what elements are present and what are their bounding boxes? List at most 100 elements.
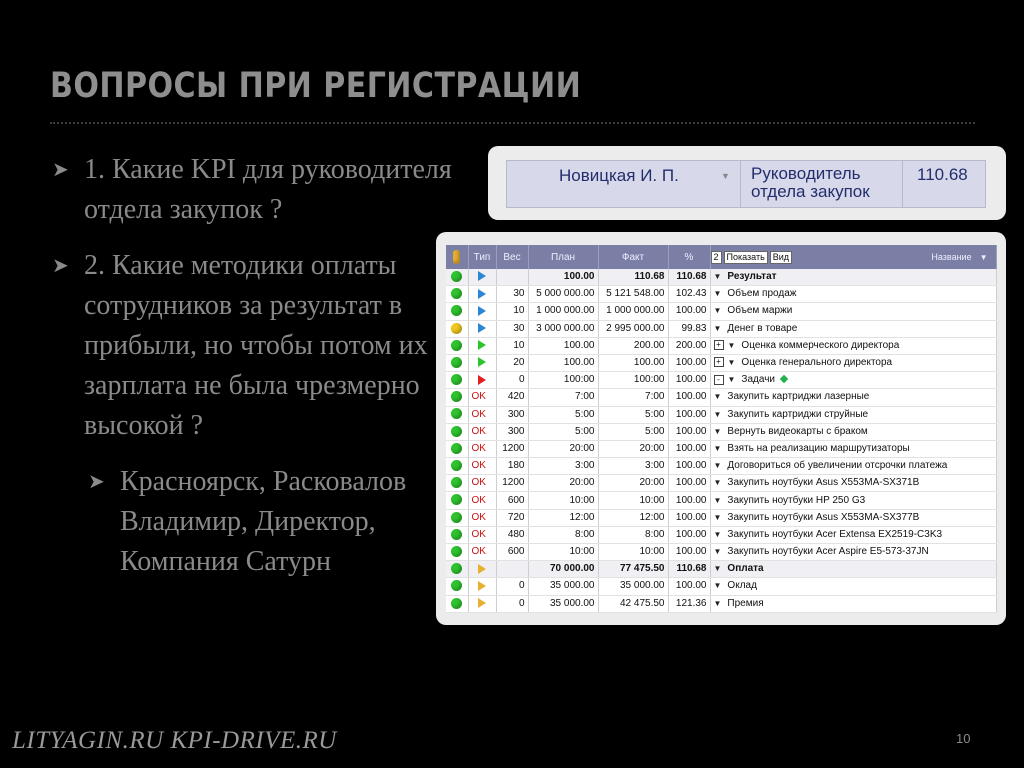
tree-toggle-icon[interactable]: ▼: [714, 321, 722, 337]
table-row[interactable]: 70 000.00 77 475.50 110.68 ▼ Оплата: [446, 560, 997, 579]
tree-toggle-icon[interactable]: ▼: [714, 269, 722, 285]
name-cell[interactable]: + ▼ Оценка генерального директора: [710, 354, 997, 373]
name-cell[interactable]: - ▼ Задачи: [710, 371, 997, 390]
tree-toggle-icon[interactable]: ▼: [714, 407, 722, 423]
name-cell[interactable]: + ▼ Оценка коммерческого директора: [710, 337, 997, 355]
tree-toggle-icon[interactable]: ▼: [714, 596, 722, 612]
tree-toggle-icon[interactable]: ▼: [714, 389, 722, 405]
tree-toggle-icon[interactable]: ▼: [714, 527, 722, 543]
type-column-header[interactable]: Тип: [468, 245, 497, 269]
table-row[interactable]: OK 1200 20:00 20:00 100.00 ▼ Взять на реализац…: [446, 440, 997, 459]
status-circle-icon: [451, 528, 463, 540]
tree-toggle-icon[interactable]: ▼: [714, 544, 722, 560]
tree-toggle-icon[interactable]: ▼: [714, 493, 722, 509]
tree-toggle-icon[interactable]: ▼: [714, 458, 722, 474]
table-row[interactable]: OK 1200 20:00 20:00 100.00 ▼ Закупить ноутбуки…: [446, 474, 997, 493]
percent-column-header[interactable]: %: [668, 245, 711, 269]
name-cell[interactable]: ▼ Оклад: [710, 577, 997, 596]
percent-cell: 99.83: [668, 320, 711, 338]
employee-row[interactable]: Новицкая И. П. ▼ Руководитель отдела зак…: [506, 160, 986, 208]
name-cell[interactable]: ▼ Премия: [710, 595, 997, 613]
table-row[interactable]: OK 600 10:00 10:00 100.00 ▼ Закупить ноутбуки …: [446, 543, 997, 562]
name-cell[interactable]: ▼ Закупить ноутбуки Asus X553MA-SX377B: [710, 509, 997, 527]
table-row[interactable]: 0 100:00 100:00 100.00- ▼ Задачи: [446, 371, 997, 390]
fact-column-header[interactable]: Факт: [598, 245, 669, 269]
table-row[interactable]: OK 600 10:00 10:00 100.00 ▼ Закупить ноутбуки …: [446, 491, 997, 510]
name-cell[interactable]: ▼ Вернуть видеокарты с браком: [710, 423, 997, 441]
fact-cell: 10:00: [598, 491, 669, 510]
table-row[interactable]: 100.00 110.68 110.68 ▼ Результат: [446, 269, 997, 287]
table-row[interactable]: 30 5 000 000.00 5 121 548.00 102.43 ▼ Объем п…: [446, 285, 997, 304]
name-header-label[interactable]: Название: [931, 252, 971, 262]
show-select[interactable]: Показать: [723, 250, 768, 264]
name-cell[interactable]: ▼ Объем продаж: [710, 285, 997, 304]
kpi-name: Вернуть видеокарты с браком: [727, 425, 868, 437]
table-row[interactable]: 10 1 000 000.00 1 000 000.00 100.00 ▼ Объем м…: [446, 302, 997, 321]
weight-cell: 420: [496, 388, 529, 407]
status-cell: [446, 388, 469, 407]
name-cell[interactable]: ▼ Объем маржи: [710, 302, 997, 321]
employee-name: Новицкая И. П.: [559, 166, 679, 185]
fact-cell: 3:00: [598, 457, 669, 476]
percent-cell: 100.00: [668, 457, 711, 476]
table-row[interactable]: OK 180 3:00 3:00 100.00 ▼ Договориться об увел…: [446, 457, 997, 476]
tree-toggle-icon[interactable]: ▼: [714, 578, 722, 594]
name-cell[interactable]: ▼ Закупить картриджи струйные: [710, 406, 997, 424]
name-cell[interactable]: ▼ Закупить ноутбуки Acer Extensa EX2519-C…: [710, 526, 997, 545]
table-row[interactable]: OK 300 5:00 5:00 100.00 ▼ Закупить картриджи с…: [446, 406, 997, 424]
expand-icon[interactable]: +: [713, 340, 724, 351]
percent-cell: 100.00: [668, 577, 711, 596]
type-cell: [468, 320, 497, 338]
weight-column-header[interactable]: Вес: [496, 245, 529, 269]
name-cell[interactable]: ▼ Денег в товаре: [710, 320, 997, 338]
tree-toggle-icon[interactable]: ▼: [728, 338, 736, 354]
view-select[interactable]: Вид: [769, 250, 793, 264]
title-divider: [50, 122, 975, 124]
status-circle-icon: [451, 494, 463, 506]
tree-toggle-icon[interactable]: ▼: [728, 355, 736, 371]
tree-toggle-icon[interactable]: ▼: [714, 303, 722, 319]
table-row[interactable]: 30 3 000 000.00 2 995 000.00 99.83 ▼ Денег в …: [446, 320, 997, 338]
fact-cell: 100.00: [598, 354, 669, 373]
tree-toggle-icon[interactable]: ▼: [714, 475, 722, 491]
table-row[interactable]: OK 420 7:00 7:00 100.00 ▼ Закупить картриджи л…: [446, 388, 997, 407]
table-row[interactable]: 0 35 000.00 42 475.50 121.36 ▼ Премия: [446, 595, 997, 613]
slide-title: ВОПРОСЫ ПРИ РЕГИСТРАЦИИ: [50, 66, 582, 106]
name-cell[interactable]: ▼ Результат: [710, 269, 997, 287]
tree-toggle-icon[interactable]: ▼: [714, 510, 722, 526]
level-input[interactable]: 2: [710, 250, 722, 264]
status-cell: [446, 269, 469, 287]
table-row[interactable]: OK 300 5:00 5:00 100.00 ▼ Вернуть видеокарты с…: [446, 423, 997, 441]
tree-toggle-icon[interactable]: ▼: [714, 424, 722, 440]
name-cell[interactable]: ▼ Закупить ноутбуки HP 250 G3: [710, 491, 997, 510]
name-cell[interactable]: ▼ Оплата: [710, 560, 997, 579]
name-cell[interactable]: ▼ Закупить картриджи лазерные: [710, 388, 997, 407]
tree-toggle-icon[interactable]: ▼: [714, 561, 722, 577]
name-cell[interactable]: ▼ Взять на реализацию маршрутизаторы: [710, 440, 997, 459]
table-row[interactable]: OK 720 12:00 12:00 100.00 ▼ Закупить ноутбуки …: [446, 509, 997, 527]
chevron-down-icon[interactable]: ▼: [980, 253, 988, 262]
table-row[interactable]: 20 100.00 100.00 100.00 + ▼ Оценка генеральног…: [446, 354, 997, 373]
employee-name-cell[interactable]: Новицкая И. П. ▼: [507, 161, 741, 207]
expand-icon[interactable]: +: [713, 357, 724, 368]
type-ok-label: OK: [468, 388, 497, 407]
table-row[interactable]: 10 100.00 200.00 200.00 + ▼ Оценка коммерческо…: [446, 337, 997, 355]
status-circle-icon: [451, 442, 463, 454]
name-cell[interactable]: ▼ Договориться об увеличении отсрочки пла…: [710, 457, 997, 476]
status-cell: [446, 577, 469, 596]
table-row[interactable]: 0 35 000.00 35 000.00 100.00 ▼ Оклад: [446, 577, 997, 596]
tree-toggle-icon[interactable]: ▼: [714, 286, 722, 302]
kpi-name: Закупить картриджи струйные: [727, 408, 869, 420]
kpi-name: Оплата: [727, 563, 764, 575]
arrow-bullet-icon: ➤: [52, 255, 69, 277]
flag-icon: [478, 305, 486, 316]
plan-column-header[interactable]: План: [528, 245, 599, 269]
status-circle-icon: [451, 563, 463, 575]
name-cell[interactable]: ▼ Закупить ноутбуки Acer Aspire E5-573-37…: [710, 543, 997, 562]
collapse-icon[interactable]: -: [713, 374, 724, 385]
name-cell[interactable]: ▼ Закупить ноутбуки Asus X553MA-SX371B: [710, 474, 997, 493]
tree-toggle-icon[interactable]: ▼: [714, 441, 722, 457]
tree-toggle-icon[interactable]: ▼: [728, 372, 736, 388]
table-row[interactable]: OK 480 8:00 8:00 100.00 ▼ Закупить ноутбуки Ac…: [446, 526, 997, 545]
chevron-down-icon[interactable]: ▼: [721, 171, 730, 181]
